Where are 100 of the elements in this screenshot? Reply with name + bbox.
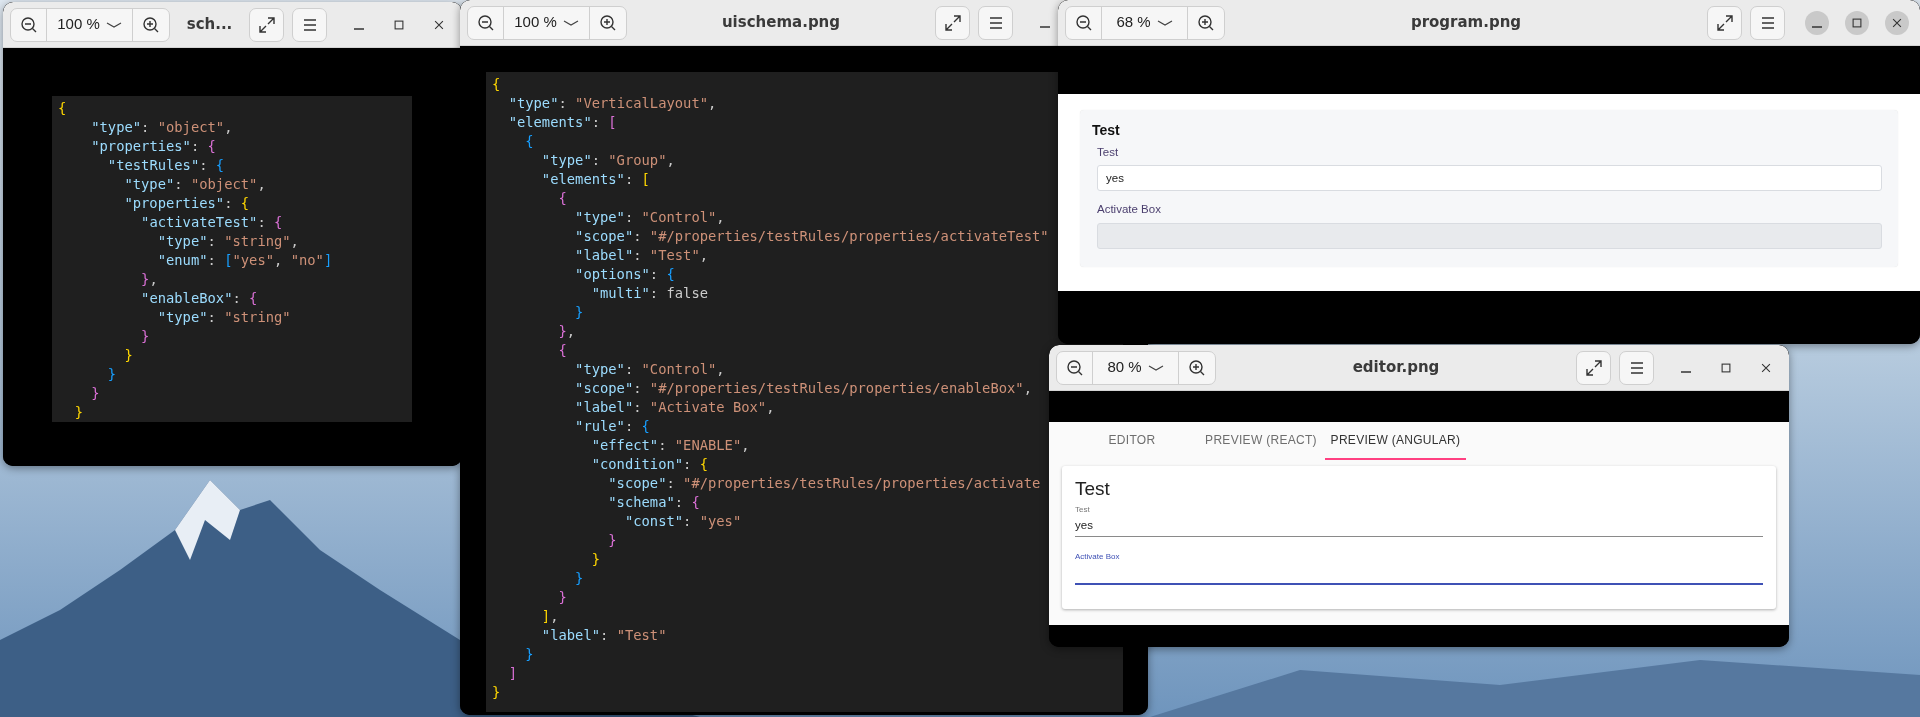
code-line: "type": "object",: [90, 118, 233, 137]
group-title: Test: [1075, 478, 1110, 500]
zoom-in-icon: [1188, 358, 1206, 377]
expand-icon: [1715, 13, 1734, 32]
code-line: }: [106, 365, 117, 384]
zoom-out-icon: [19, 15, 38, 34]
code-line: "multi": false: [590, 284, 708, 303]
code-line: "properties": {: [90, 137, 216, 156]
tab[interactable]: PREVIEW (REACT): [1197, 422, 1325, 460]
field-label: Test: [1097, 145, 1119, 160]
group-title: Test: [1092, 121, 1121, 140]
code-line: }: [123, 346, 133, 365]
code-line: "elements": [: [540, 170, 650, 189]
code-line: "type": "string": [156, 308, 291, 327]
code-line: {: [557, 341, 567, 360]
code-line: "testRules": {: [106, 156, 225, 175]
maximize-button[interactable]: [1845, 10, 1869, 35]
code-line: "type": "object",: [123, 175, 266, 194]
code-line: "effect": "ENABLE",: [590, 436, 750, 455]
menu-button[interactable]: [1750, 5, 1785, 40]
code-line: "properties": {: [123, 194, 250, 213]
code-line: "scope": "#/properties/testRules/properties/activateTest": [574, 227, 1049, 246]
fullscreen-button[interactable]: [1707, 5, 1742, 40]
window-title: sch...: [186, 14, 233, 36]
minimize-button[interactable]: [1805, 10, 1829, 35]
text-field[interactable]: Test yes: [1075, 504, 1763, 537]
code-line: "type": "VerticalLayout",: [507, 94, 717, 113]
code-line: "label": "Test": [540, 626, 667, 645]
code-line: "condition": {: [590, 455, 708, 474]
code-line: "options": {: [574, 265, 675, 284]
code-line: }: [492, 683, 501, 702]
minimize-icon: [1040, 25, 1050, 28]
code-line: "scope": "#/properties/testRules/properties/enableBox",: [574, 379, 1032, 398]
code-line: "label": "Test",: [574, 246, 708, 265]
maximize-icon: [1850, 15, 1864, 30]
code-line: }: [140, 327, 150, 346]
code-line: }: [524, 645, 534, 664]
code-line: "enableBox": {: [140, 289, 258, 308]
code-line: "elements": [: [507, 113, 617, 132]
field-label: Test: [1075, 504, 1090, 516]
code-line: }: [590, 550, 600, 569]
text-field[interactable]: Activate Box: [1075, 551, 1763, 585]
code-line: }: [574, 569, 584, 588]
code-line: "const": "yes": [623, 512, 742, 531]
code-line: "scope": "#/properties/testRules/properties/activate: [607, 474, 1041, 493]
code-line: {: [492, 75, 501, 94]
code-line: },: [557, 322, 576, 341]
input-field[interactable]: yes: [1097, 165, 1882, 192]
fullscreen-button[interactable]: [1576, 350, 1611, 385]
field-label: Activate Box: [1097, 202, 1161, 218]
field-value: yes: [1075, 518, 1093, 533]
fullscreen-button[interactable]: [249, 7, 284, 42]
code-line: }: [557, 588, 567, 607]
code-line: },: [140, 270, 158, 289]
window-title: program.png: [1410, 12, 1522, 34]
window-title: uischema.png: [721, 12, 841, 34]
zoom-out-icon: [1065, 358, 1084, 377]
code-line: "type": "Control",: [574, 360, 725, 379]
minimize-icon: [354, 27, 364, 30]
code-line: "rule": {: [574, 417, 650, 436]
expand-icon: [943, 13, 962, 32]
field-label: Activate Box: [1075, 551, 1120, 563]
menu-button[interactable]: [292, 7, 327, 42]
fullscreen-button[interactable]: [935, 5, 970, 40]
code-line: }: [90, 384, 100, 403]
code-line: }: [607, 531, 617, 550]
code-line: "type": "Group",: [540, 151, 675, 170]
tab[interactable]: EDITOR: [1067, 422, 1197, 460]
code-line: "label": "Activate Box",: [574, 398, 775, 417]
tab[interactable]: PREVIEW (ANGULAR): [1325, 422, 1466, 460]
code-line: {: [524, 132, 534, 151]
maximize-icon: [1719, 360, 1733, 375]
code-line: "type": "Control",: [574, 208, 725, 227]
zoom-in-icon: [599, 13, 617, 32]
minimize-icon: [1681, 370, 1691, 373]
minimize-icon: [1812, 25, 1822, 28]
chevron-icon: [105, 21, 122, 28]
code-line: }: [73, 403, 83, 422]
code-line: }: [574, 303, 584, 322]
maximize-icon: [392, 17, 406, 32]
code-line: ],: [540, 607, 559, 626]
code-line: "type": "string",: [156, 232, 299, 251]
zoom-in-icon: [1197, 13, 1215, 32]
code-line: "activateTest": {: [140, 213, 283, 232]
expand-icon: [1584, 358, 1603, 377]
menu-button[interactable]: [978, 5, 1013, 40]
close-button[interactable]: [1885, 10, 1909, 35]
code-line: {: [557, 189, 567, 208]
code-line: "schema": {: [607, 493, 700, 512]
code-line: "enum": ["yes", "no"]: [156, 251, 333, 270]
menu-button[interactable]: [1619, 350, 1654, 385]
window-title: editor.png: [1352, 357, 1440, 379]
chevron-icon: [562, 19, 579, 26]
zoom-in-icon: [142, 15, 160, 34]
chevron-icon: [1147, 364, 1164, 371]
chevron-icon: [1156, 19, 1173, 26]
code-line: {: [58, 99, 67, 118]
zoom-out-icon: [476, 13, 495, 32]
expand-icon: [257, 15, 276, 34]
code-line: ]: [507, 664, 517, 683]
